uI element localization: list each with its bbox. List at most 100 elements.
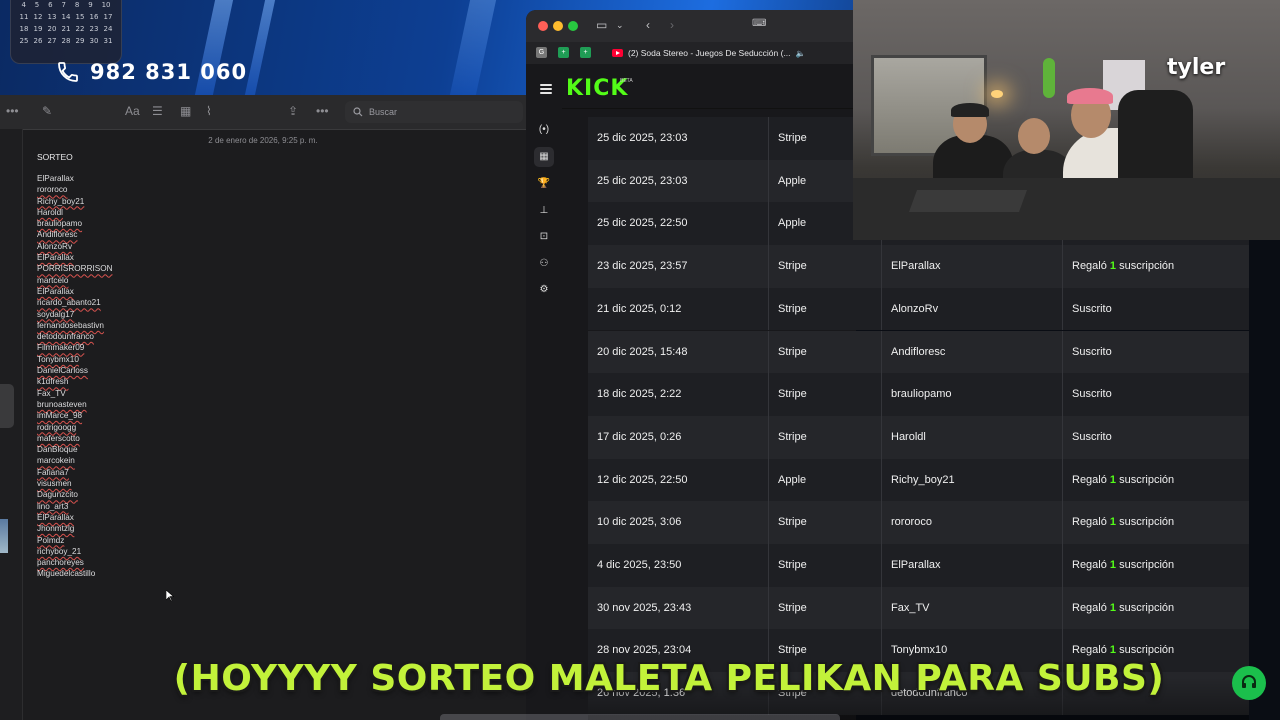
note-line[interactable]: Andifloresc xyxy=(37,229,113,240)
note-thumbnail[interactable] xyxy=(0,519,8,553)
note-line[interactable]: fernandosebastivn xyxy=(37,320,113,331)
payment-method-cell: Stripe xyxy=(769,287,882,331)
note-title[interactable]: SORTEO xyxy=(37,152,73,162)
more-icon[interactable]: ••• xyxy=(6,104,19,118)
note-line[interactable]: martcelo xyxy=(37,275,113,286)
support-chat-button[interactable] xyxy=(1232,666,1266,700)
compose-icon[interactable]: ✎ xyxy=(42,104,52,118)
clips-icon[interactable]: ⊡ xyxy=(534,227,554,247)
note-line[interactable]: Dagunzcito xyxy=(37,489,113,500)
date-cell: 21 dic 2025, 0:12 xyxy=(588,287,769,331)
streamer-logo: tyler xyxy=(1167,55,1226,80)
back-icon[interactable]: ‹ xyxy=(646,18,650,32)
note-line[interactable]: PORRISRORRISON xyxy=(37,263,113,274)
tab-favicon-sheets[interactable]: + xyxy=(580,47,591,58)
note-line[interactable]: Jhonmtzlg xyxy=(37,523,113,534)
note-line[interactable]: lino_art3 xyxy=(37,501,113,512)
note-line[interactable]: panchoreyes xyxy=(37,557,113,568)
attachment-icon[interactable]: ⌇ xyxy=(206,104,212,118)
calendar-week: 11 12 13 14 15 16 17 xyxy=(19,13,113,21)
note-line[interactable]: ElParallax xyxy=(37,252,113,263)
note-line[interactable]: rororoco xyxy=(37,184,113,195)
more-icon[interactable]: ••• xyxy=(316,104,329,118)
activity-cell: Suscrito xyxy=(1063,288,1249,331)
calendar-widget[interactable]: 4 5 6 7 8 9 10 11 12 13 14 15 16 17 18 19 20 21 22 23 24 2… xyxy=(10,0,122,64)
tab-favicon-sheets[interactable]: + xyxy=(558,47,569,58)
calendar-week: 4 5 6 7 8 9 10 xyxy=(21,1,111,9)
note-line[interactable]: ElParallax xyxy=(37,286,113,297)
payouts-icon[interactable]: ⊥ xyxy=(534,201,554,221)
payment-method-cell: Stripe xyxy=(769,330,882,374)
note-line[interactable]: brauliopamo xyxy=(37,218,113,229)
note-body[interactable]: ElParallax rororoco Richy_boy21 Haroldl brau… xyxy=(37,173,113,580)
tab-favicon-g[interactable]: G xyxy=(536,47,547,58)
note-line[interactable]: Miguedelcastillo xyxy=(37,568,113,579)
username-cell: Haroldl xyxy=(882,415,1063,459)
calendar-week: 25 26 27 28 29 30 31 xyxy=(19,37,113,45)
speaker-icon[interactable]: 🔈 xyxy=(796,49,806,58)
activity-cell: Suscrito xyxy=(1063,373,1249,416)
note-line[interactable]: ricardo_abanto21 xyxy=(37,297,113,308)
notes-sidebar xyxy=(0,129,23,720)
note-line[interactable]: k1dfresh xyxy=(37,376,113,387)
payment-method-cell: Stripe xyxy=(769,415,882,459)
note-line[interactable]: richyboy_21 xyxy=(37,546,113,557)
site-settings-icon[interactable]: ⌨ xyxy=(752,18,766,29)
note-line[interactable]: AlonzoRv xyxy=(37,241,113,252)
activity-suffix: suscripción xyxy=(1119,559,1175,571)
note-line[interactable]: brunoasteven xyxy=(37,399,113,410)
trophy-icon[interactable]: 🏆 xyxy=(534,174,554,194)
username-cell: Richy_boy21 xyxy=(882,458,1063,502)
streamer-middle-head xyxy=(1018,118,1050,154)
activity-cell: Regaló 1 suscripción xyxy=(1063,501,1249,544)
menu-icon[interactable] xyxy=(540,84,552,96)
date-cell: 12 dic 2025, 22:50 xyxy=(588,458,769,502)
cap xyxy=(951,103,989,117)
note-line[interactable]: Haroldl xyxy=(37,207,113,218)
close-window-button[interactable] xyxy=(538,21,548,31)
analytics-icon[interactable]: ▦ xyxy=(534,147,554,167)
activity-label: Suscrito xyxy=(1072,430,1112,443)
sidebar-handle[interactable] xyxy=(0,384,14,428)
note-line[interactable]: Fax_TV xyxy=(37,388,113,399)
note-line[interactable]: DanBloque xyxy=(37,444,113,455)
table-icon[interactable]: ▦ xyxy=(180,104,191,118)
note-line[interactable]: ElParallax xyxy=(37,512,113,523)
share-icon[interactable]: ⇪ xyxy=(288,104,298,118)
dock xyxy=(440,714,840,720)
date-cell: 25 dic 2025, 23:03 xyxy=(588,159,769,203)
note-line[interactable]: maferscotto xyxy=(37,433,113,444)
note-line[interactable]: imMarce_98 xyxy=(37,410,113,421)
note-line[interactable]: ElParallax xyxy=(37,173,113,184)
note-line[interactable]: Tonybmx10 xyxy=(37,354,113,365)
note-line[interactable]: Filmmaker09 xyxy=(37,342,113,353)
note-line[interactable]: marcokein xyxy=(37,455,113,466)
zoom-window-button[interactable] xyxy=(568,21,578,31)
note-line[interactable]: soydalg17 xyxy=(37,309,113,320)
activity-cell: Suscrito xyxy=(1063,331,1249,374)
font-format-icon[interactable]: Aa xyxy=(125,104,140,118)
settings-gear-icon[interactable]: ⚙ xyxy=(534,280,554,300)
note-line[interactable]: visusmen xyxy=(37,478,113,489)
live-icon[interactable]: (•) xyxy=(534,120,554,140)
table-row: 18 dic 2025, 2:22 Stripe brauliopamo Suscri… xyxy=(588,373,1249,416)
note-line[interactable]: Richy_boy21 xyxy=(37,196,113,207)
sidebar-toggle-icon[interactable]: ▭ xyxy=(596,18,607,32)
minimize-window-button[interactable] xyxy=(553,21,563,31)
lamp xyxy=(991,90,1003,98)
tab-youtube[interactable]: (2) Soda Stereo - Juegos De Seducción (.… xyxy=(612,44,826,62)
note-line[interactable]: rodrigoogg xyxy=(37,422,113,433)
note-line[interactable]: detodounfranco xyxy=(37,331,113,342)
stream-caption: (HOYYYY SORTEO MALETA PELIKAN PARA SUBS) xyxy=(173,658,1165,699)
note-line[interactable]: DanielCarloss xyxy=(37,365,113,376)
note-line[interactable]: Polmdz xyxy=(37,535,113,546)
community-icon[interactable]: ⚇ xyxy=(534,254,554,274)
gift-count: 1 xyxy=(1109,601,1117,614)
search-input[interactable]: Buscar xyxy=(345,101,523,123)
checklist-icon[interactable]: ☰ xyxy=(152,104,163,118)
username-cell: Andifloresc xyxy=(882,330,1063,374)
forward-icon[interactable]: › xyxy=(670,18,674,32)
activity-label: Regaló xyxy=(1072,644,1107,657)
chevron-down-icon[interactable]: ⌄ xyxy=(616,20,624,31)
note-line[interactable]: Fafiana7 xyxy=(37,467,113,478)
